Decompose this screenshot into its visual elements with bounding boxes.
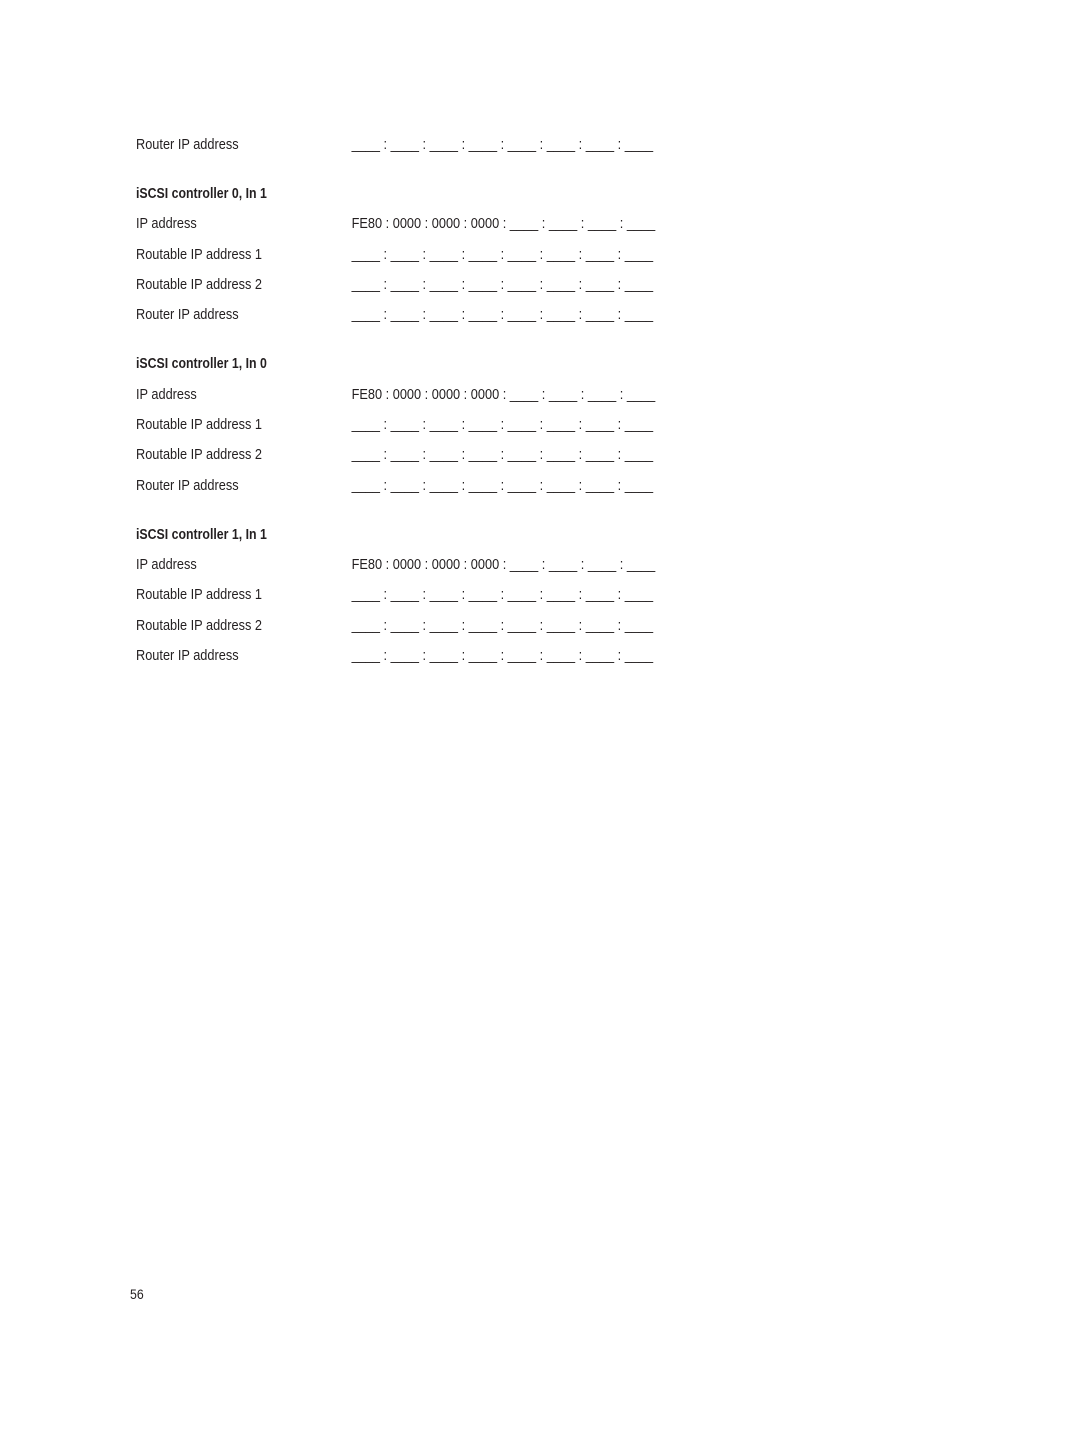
field-value: FE80 : 0000 : 0000 : 0000 : ____ : ____ … bbox=[351, 557, 656, 573]
field-value: ____ : ____ : ____ : ____ : ____ : ____ … bbox=[351, 137, 654, 153]
section-heading: iSCSI controller 0, In 1 bbox=[136, 186, 267, 202]
field-label: IP address bbox=[136, 557, 197, 573]
field-label: Routable IP address 2 bbox=[136, 277, 263, 293]
field-value: ____ : ____ : ____ : ____ : ____ : ____ … bbox=[351, 247, 654, 263]
field-label: Router IP address bbox=[136, 307, 239, 323]
field-value: ____ : ____ : ____ : ____ : ____ : ____ … bbox=[351, 618, 654, 634]
field-value: ____ : ____ : ____ : ____ : ____ : ____ … bbox=[351, 648, 654, 664]
field-value: ____ : ____ : ____ : ____ : ____ : ____ … bbox=[351, 417, 654, 433]
field-label: Router IP address bbox=[136, 478, 239, 494]
field-label: Routable IP address 1 bbox=[136, 247, 263, 263]
field-label: Router IP address bbox=[136, 137, 239, 153]
field-label: Routable IP address 2 bbox=[136, 618, 263, 634]
field-value: FE80 : 0000 : 0000 : 0000 : ____ : ____ … bbox=[351, 216, 656, 232]
section-heading: iSCSI controller 1, In 0 bbox=[136, 356, 267, 372]
field-value: ____ : ____ : ____ : ____ : ____ : ____ … bbox=[351, 478, 654, 494]
field-value: ____ : ____ : ____ : ____ : ____ : ____ … bbox=[351, 277, 654, 293]
page-number: 56 bbox=[130, 1286, 144, 1302]
field-value: ____ : ____ : ____ : ____ : ____ : ____ … bbox=[351, 307, 654, 323]
field-label: Routable IP address 2 bbox=[136, 447, 263, 463]
section-heading: iSCSI controller 1, In 1 bbox=[136, 527, 267, 543]
field-label: Routable IP address 1 bbox=[136, 417, 263, 433]
field-value: ____ : ____ : ____ : ____ : ____ : ____ … bbox=[351, 587, 654, 603]
field-label: Router IP address bbox=[136, 648, 239, 664]
field-value: FE80 : 0000 : 0000 : 0000 : ____ : ____ … bbox=[351, 387, 656, 403]
field-label: IP address bbox=[136, 387, 197, 403]
field-label: Routable IP address 1 bbox=[136, 587, 263, 603]
field-label: IP address bbox=[136, 216, 197, 232]
field-value: ____ : ____ : ____ : ____ : ____ : ____ … bbox=[351, 447, 654, 463]
